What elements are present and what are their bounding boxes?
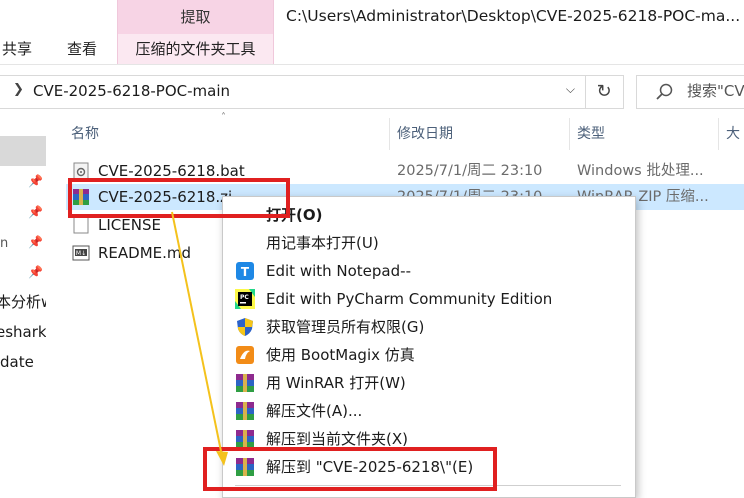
tab-view[interactable]: 查看 <box>67 38 97 60</box>
nav-item-analysis[interactable]: 本分析w <box>0 292 46 312</box>
nav-selected-item[interactable] <box>0 136 46 166</box>
winrar-icon <box>236 430 254 448</box>
notepad-icon: T <box>236 262 254 280</box>
search-input[interactable]: 搜索"CVE <box>636 75 744 109</box>
column-header-date[interactable]: 修改日期 <box>397 124 453 144</box>
nav-item-wireshark[interactable]: eshark_ <box>0 322 46 342</box>
chevron-down-icon[interactable]: ⌵ <box>566 82 575 97</box>
compressed-folder-tools-group: 提取 压缩的文件夹工具 <box>117 0 274 64</box>
menu-item-label: Edit with PyCharm Community Edition <box>266 290 553 308</box>
pin-icon: 📌 <box>28 265 43 279</box>
pin-icon: 📌 <box>28 205 43 219</box>
menu-item-extract-files[interactable]: 解压文件(A)... <box>223 397 635 425</box>
menu-item-label: 获取管理员所有权限(G) <box>266 318 425 336</box>
file-name: README.md <box>98 244 192 262</box>
column-header-type[interactable]: 类型 <box>577 124 605 144</box>
search-placeholder: 搜索"CVE <box>687 82 744 100</box>
markdown-file-icon: M↓ <box>72 245 90 261</box>
file-date: 2025/7/1/周二 23:10 <box>397 163 543 179</box>
navigation-pane: 📌 📌 n 📌 📌 本分析w eshark_ date <box>0 116 46 490</box>
menu-item-open-winrar[interactable]: 用 WinRAR 打开(W) <box>223 369 635 397</box>
pin-icon: 📌 <box>28 235 43 249</box>
svg-text:T: T <box>241 265 250 279</box>
blank-file-icon <box>73 216 89 234</box>
window-title: C:\Users\Administrator\Desktop\CVE-2025-… <box>286 7 741 25</box>
refresh-button[interactable]: ↻ <box>585 75 624 109</box>
file-type: Windows 批处理... <box>577 163 704 179</box>
menu-item-edit-pycharm[interactable]: PC Edit with PyCharm Community Edition <box>223 285 635 313</box>
menu-item-label: 解压文件(A)... <box>266 402 363 420</box>
address-row: ❯ CVE-2025-6218-POC-main ⌵ ↻ 搜索"CVE <box>0 64 744 117</box>
column-divider[interactable] <box>569 118 570 150</box>
column-header-size[interactable]: 大 <box>726 124 740 144</box>
bootmagix-icon <box>236 346 254 364</box>
pycharm-icon: PC <box>235 289 255 309</box>
context-group-title: 提取 <box>118 0 273 34</box>
breadcrumb[interactable]: ❯ CVE-2025-6218-POC-main ⌵ <box>0 75 586 109</box>
sort-ascending-icon: ˄ <box>221 112 226 123</box>
nav-item-update[interactable]: date <box>0 352 34 372</box>
pin-icon: 📌 <box>28 174 43 188</box>
menu-item-bootmagix[interactable]: 使用 BootMagix 仿真 <box>223 341 635 369</box>
breadcrumb-folder[interactable]: CVE-2025-6218-POC-main <box>33 81 230 101</box>
tab-compressed-folder-tools[interactable]: 压缩的文件夹工具 <box>118 36 273 62</box>
svg-text:PC: PC <box>240 294 249 301</box>
menu-item-label: Edit with Notepad-- <box>266 262 411 280</box>
annotation-highlight-menu-item <box>203 447 497 491</box>
winrar-icon <box>236 374 254 392</box>
menu-item-take-ownership[interactable]: 获取管理员所有权限(G) <box>223 313 635 341</box>
menu-item-label: 用 WinRAR 打开(W) <box>266 374 406 392</box>
column-divider[interactable] <box>389 118 390 150</box>
column-divider[interactable] <box>718 118 719 150</box>
chevron-right-icon[interactable]: ❯ <box>13 82 24 97</box>
refresh-icon: ↻ <box>596 81 612 102</box>
winrar-icon <box>236 402 254 420</box>
menu-item-label: 用记事本打开(U) <box>266 234 379 252</box>
menu-item-edit-notepad[interactable]: T Edit with Notepad-- <box>223 257 635 285</box>
tab-share[interactable]: 共享 <box>2 38 32 60</box>
annotation-highlight-file <box>68 178 290 218</box>
nav-item-fragment[interactable]: n <box>0 236 8 251</box>
column-header-name[interactable]: 名称 <box>71 124 99 144</box>
menu-item-label: 使用 BootMagix 仿真 <box>266 346 415 364</box>
menu-item-open-with-notepad[interactable]: 用记事本打开(U) <box>223 229 635 257</box>
ribbon: 共享 查看 提取 压缩的文件夹工具 C:\Users\Administrator… <box>0 0 744 64</box>
search-icon <box>656 83 673 100</box>
uac-shield-icon <box>237 318 253 336</box>
svg-text:M↓: M↓ <box>76 250 86 257</box>
